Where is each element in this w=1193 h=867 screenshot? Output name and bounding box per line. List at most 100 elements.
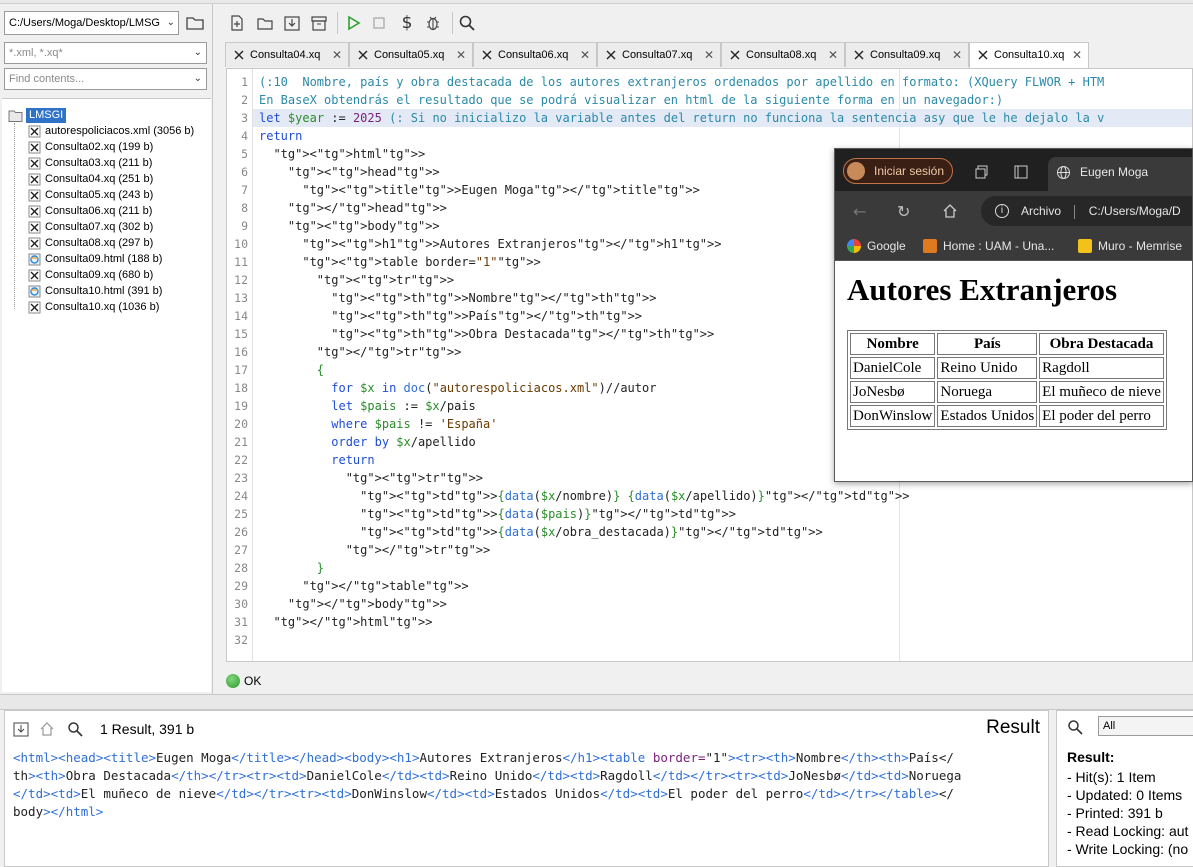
chevron-down-icon[interactable]: ⌄ — [194, 69, 202, 89]
bookmark-uam[interactable]: Home : UAM - Una... — [923, 231, 1054, 261]
close-all-icon[interactable] — [310, 14, 328, 32]
chevron-down-icon[interactable]: ⌄ — [194, 43, 202, 63]
code-line[interactable]: where $pais != 'España' — [259, 415, 497, 433]
collections-icon[interactable] — [975, 165, 989, 179]
tab-actions-icon[interactable] — [1014, 165, 1028, 179]
table-cell: Noruega — [937, 381, 1038, 403]
search-icon[interactable] — [1067, 719, 1083, 735]
info-line: - Hit(s): 1 Item — [1067, 769, 1156, 785]
code-line[interactable]: "tg"><"tg">tr"tg">> — [259, 469, 483, 487]
content-filter-input[interactable]: Find contents... ⌄ — [4, 68, 207, 90]
line-number: 26 — [234, 525, 248, 539]
code-line[interactable]: "tg"></"tg">table"tg">> — [259, 577, 468, 595]
tab-consulta05-xq[interactable]: Consulta05.xq ✕ — [349, 42, 473, 67]
close-icon[interactable]: ✕ — [952, 43, 962, 68]
address-divider — [1074, 204, 1076, 219]
search-icon[interactable] — [458, 14, 476, 32]
close-icon[interactable]: ✕ — [332, 43, 342, 68]
search-icon[interactable] — [67, 721, 83, 737]
run-icon[interactable] — [344, 14, 362, 32]
file-filter-input[interactable]: *.xml, *.xq* ⌄ — [4, 42, 207, 64]
debug-icon[interactable] — [424, 14, 442, 32]
code-line[interactable]: "tg"><"tg">td"tg">>{data($x/obra_destaca… — [259, 523, 823, 541]
code-line[interactable]: "tg"></"tg">tr"tg">> — [259, 343, 462, 361]
tab-consulta04-xq[interactable]: Consulta04.xq ✕ — [225, 42, 349, 67]
code-line[interactable]: "tg"></"tg">tr"tg">> — [259, 541, 491, 559]
code-line[interactable]: return — [259, 451, 374, 469]
code-line[interactable]: "tg"><"tg">td"tg">>{data($x/nombre)} {da… — [259, 487, 909, 505]
browser-window[interactable]: Iniciar sesión Eugen Moga ← ↻ i Archivo … — [834, 148, 1193, 482]
code-line[interactable]: "tg"><"tg">h1"tg">>Autores Extranjeros"t… — [259, 235, 721, 253]
tab-consulta07-xq[interactable]: Consulta07.xq ✕ — [597, 42, 721, 67]
tree-file-item[interactable]: Consulta10.xq (1036 b) — [28, 299, 159, 315]
tab-label: Consulta05.xq — [374, 49, 445, 61]
browser-signin-button[interactable]: Iniciar sesión — [843, 158, 953, 184]
tree-file-item[interactable]: Consulta05.xq (243 b) — [28, 187, 153, 203]
code-line[interactable]: { — [259, 361, 324, 379]
home-icon[interactable] — [942, 203, 958, 219]
save-result-icon[interactable] — [13, 721, 29, 737]
xquery-file-icon — [28, 301, 41, 313]
bookmark-google[interactable]: Google — [847, 231, 906, 261]
tree-file-item[interactable]: Consulta09.html (188 b) — [28, 251, 162, 267]
back-icon[interactable]: ← — [853, 202, 866, 221]
chevron-down-icon[interactable]: ⌄ — [167, 12, 175, 34]
save-icon[interactable] — [283, 14, 301, 32]
dollar-icon[interactable]: $ — [398, 14, 416, 32]
result-output[interactable]: <html><head><title>Eugen Moga</title></h… — [13, 749, 1043, 821]
code-line[interactable]: En BaseX obtendrás el resultado que se p… — [259, 91, 1003, 109]
tree-file-item[interactable]: Consulta08.xq (297 b) — [28, 235, 153, 251]
code-line[interactable]: "tg"><"tg">body"tg">> — [259, 217, 440, 235]
code-line[interactable]: "tg"><"tg">tr"tg">> — [259, 271, 454, 289]
code-line[interactable]: let $year := 2025 (: Si no inicializo la… — [259, 109, 1104, 127]
tab-consulta06-xq[interactable]: Consulta06.xq ✕ — [473, 42, 597, 67]
code-line[interactable]: "tg"><"tg">table border="1""tg">> — [259, 253, 540, 271]
code-line[interactable]: "tg"><"tg">th"tg">>Obra Destacada"tg"></… — [259, 325, 714, 343]
stop-icon[interactable] — [370, 14, 388, 32]
tree-file-item[interactable]: Consulta10.html (391 b) — [28, 283, 162, 299]
code-line[interactable]: "tg"><"tg">head"tg">> — [259, 163, 440, 181]
bookmark-memrise[interactable]: Muro - Memrise — [1078, 231, 1182, 261]
new-file-icon[interactable] — [228, 14, 246, 32]
path-combobox[interactable]: C:/Users/Moga/Desktop/LMSG ⌄ — [4, 11, 179, 35]
tree-file-item[interactable]: Consulta09.xq (680 b) — [28, 267, 153, 283]
tab-consulta09-xq[interactable]: Consulta09.xq ✕ — [845, 42, 969, 67]
code-line[interactable]: } — [259, 559, 324, 577]
panel-divider[interactable] — [0, 694, 1193, 710]
code-line[interactable]: let $pais := $x/pais — [259, 397, 476, 415]
refresh-icon[interactable]: ↻ — [897, 202, 910, 221]
tree-file-item[interactable]: Consulta02.xq (199 b) — [28, 139, 153, 155]
close-icon[interactable]: ✕ — [1072, 43, 1082, 68]
code-line[interactable]: "tg"></"tg">html"tg">> — [259, 613, 432, 631]
tab-consulta10-xq[interactable]: Consulta10.xq ✕ — [969, 42, 1089, 68]
tree-file-item[interactable]: autorespoliciacos.xml (3056 b) — [28, 123, 194, 139]
code-line[interactable]: "tg"><"tg">th"tg">>País"tg"></"tg">th"tg… — [259, 307, 642, 325]
code-line[interactable]: for $x in doc("autorespoliciacos.xml")//… — [259, 379, 656, 397]
code-line[interactable]: (:10 Nombre, país y obra destacada de lo… — [259, 73, 1104, 91]
tab-consulta08-xq[interactable]: Consulta08.xq ✕ — [721, 42, 845, 67]
close-icon[interactable]: ✕ — [704, 43, 714, 68]
code-line[interactable]: "tg"><"tg">html"tg">> — [259, 145, 425, 163]
close-icon[interactable]: ✕ — [580, 43, 590, 68]
code-line[interactable]: return — [259, 127, 302, 145]
line-number: 25 — [234, 507, 248, 521]
code-line[interactable]: "tg"><"tg">th"tg">>Nombre"tg"></"tg">th"… — [259, 289, 656, 307]
folder-icon[interactable] — [186, 15, 204, 31]
close-icon[interactable]: ✕ — [456, 43, 466, 68]
tree-root-lmsgi[interactable]: LMSGI — [8, 107, 67, 123]
tree-file-item[interactable]: Consulta06.xq (211 b) — [28, 203, 152, 219]
open-file-icon[interactable] — [256, 14, 274, 32]
code-line[interactable]: "tg"></"tg">head"tg">> — [259, 199, 447, 217]
code-line[interactable]: "tg"><"tg">td"tg">>{data($pais)}"tg"></"… — [259, 505, 736, 523]
code-line[interactable]: "tg"><"tg">title"tg">>Eugen Moga"tg"></"… — [259, 181, 699, 199]
tree-file-item[interactable]: Consulta04.xq (251 b) — [28, 171, 153, 187]
tree-file-item[interactable]: Consulta03.xq (211 b) — [28, 155, 152, 171]
close-icon[interactable]: ✕ — [828, 43, 838, 68]
code-line[interactable]: order by $x/apellido — [259, 433, 476, 451]
info-filter-select[interactable]: All — [1098, 716, 1193, 736]
browser-active-tab[interactable]: Eugen Moga — [1048, 157, 1192, 191]
address-bar[interactable]: i Archivo C:/Users/Moga/D — [981, 196, 1192, 226]
home-icon[interactable] — [39, 721, 55, 737]
code-line[interactable]: "tg"></"tg">body"tg">> — [259, 595, 447, 613]
tree-file-item[interactable]: Consulta07.xq (302 b) — [28, 219, 153, 235]
